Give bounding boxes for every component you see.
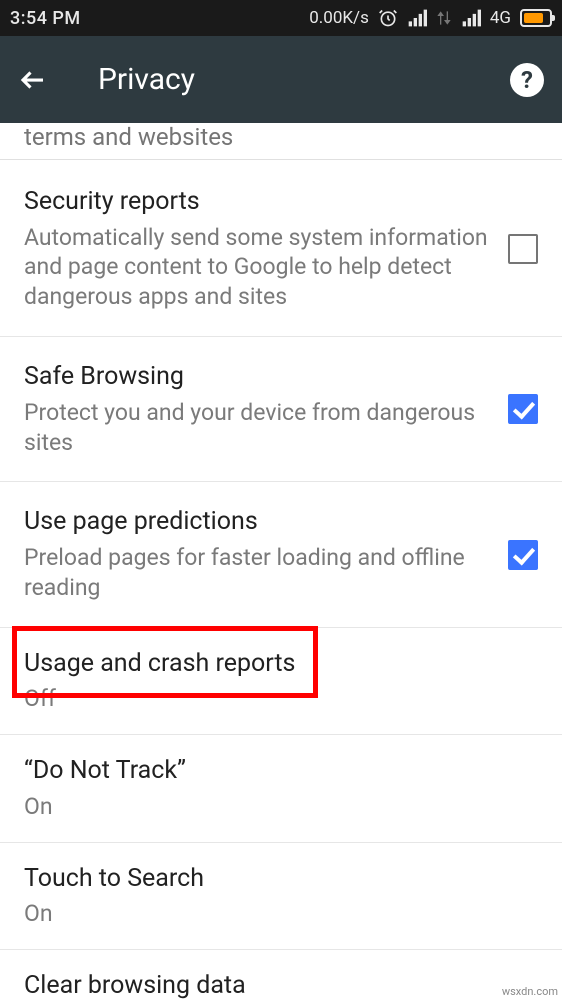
setting-subtitle: Preload pages for faster loading and off… — [24, 543, 488, 603]
data-icon — [436, 8, 452, 28]
help-button[interactable]: ? — [510, 63, 544, 97]
setting-title: Usage and crash reports — [24, 648, 518, 681]
signal2-icon — [461, 8, 481, 28]
settings-list: terms and websites Security reports Auto… — [0, 123, 562, 1006]
page-predictions-row[interactable]: Use page predictions Preload pages for f… — [0, 482, 562, 627]
partial-row[interactable]: terms and websites — [0, 123, 562, 160]
arrow-left-icon — [18, 65, 48, 95]
status-bar: 3:54 PM 0.00K/s 4G — [0, 0, 562, 36]
status-time: 3:54 PM — [10, 8, 81, 29]
safe-browsing-checkbox[interactable] — [508, 394, 538, 424]
back-button[interactable] — [18, 65, 58, 95]
alarm-icon — [378, 8, 398, 28]
setting-title: Safe Browsing — [24, 361, 488, 394]
setting-subtitle: Off — [24, 684, 518, 714]
status-right: 0.00K/s 4G — [309, 8, 552, 28]
setting-subtitle: Automatically send some system informati… — [24, 223, 488, 313]
page-predictions-checkbox[interactable] — [508, 540, 538, 570]
touch-to-search-row[interactable]: Touch to Search On — [0, 843, 562, 950]
setting-title: Security reports — [24, 186, 488, 219]
security-reports-row[interactable]: Security reports Automatically send some… — [0, 162, 562, 337]
watermark: wsxdn.com — [500, 985, 560, 998]
setting-subtitle: Protect you and your device from dangero… — [24, 398, 488, 458]
security-reports-checkbox[interactable] — [508, 234, 538, 264]
status-network: 4G — [490, 8, 511, 28]
setting-title: Clear browsing data — [24, 970, 518, 1003]
status-speed: 0.00K/s — [309, 8, 369, 28]
setting-subtitle: On — [24, 792, 518, 822]
do-not-track-row[interactable]: “Do Not Track” On — [0, 735, 562, 842]
safe-browsing-row[interactable]: Safe Browsing Protect you and your devic… — [0, 337, 562, 482]
battery-icon — [520, 9, 552, 27]
question-icon: ? — [521, 66, 533, 94]
action-bar: Privacy ? — [0, 36, 562, 123]
setting-title: Touch to Search — [24, 863, 518, 896]
clear-browsing-row[interactable]: Clear browsing data — [0, 950, 562, 1006]
setting-title: “Do Not Track” — [24, 755, 518, 788]
setting-subtitle: On — [24, 899, 518, 929]
signal-icon — [407, 8, 427, 28]
page-title: Privacy — [98, 62, 510, 97]
usage-crash-row[interactable]: Usage and crash reports Off — [0, 628, 562, 735]
setting-title: Use page predictions — [24, 506, 488, 539]
